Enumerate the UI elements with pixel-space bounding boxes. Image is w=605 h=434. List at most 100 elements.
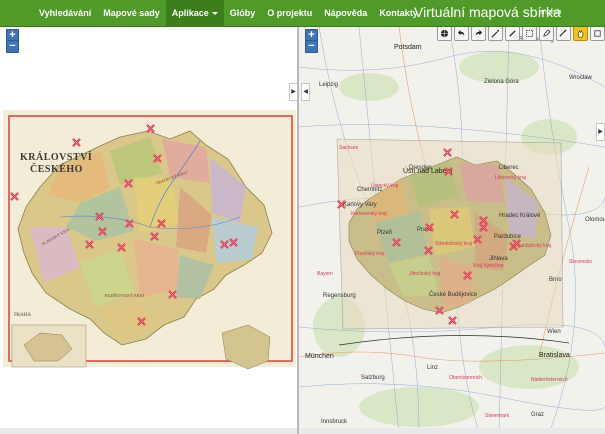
old-map-marker[interactable] bbox=[72, 138, 81, 147]
region-label: Ústecký kraj bbox=[371, 183, 399, 189]
left-collapse-tab[interactable]: ▶ bbox=[289, 83, 297, 101]
rotate-tool-button[interactable] bbox=[590, 27, 605, 41]
nav-contacts-label: Kontakty bbox=[379, 8, 418, 18]
city-label: Leipzig bbox=[319, 82, 339, 88]
reference-map-marker[interactable] bbox=[450, 210, 459, 219]
city-label: České Budějovice bbox=[429, 292, 478, 298]
old-map-marker[interactable] bbox=[10, 192, 19, 201]
right-zoom-out-button[interactable]: − bbox=[305, 40, 318, 53]
city-label: Karlovy Vary bbox=[343, 202, 377, 208]
nav-help[interactable]: Nápověda bbox=[318, 0, 373, 26]
language-link[interactable]: english bbox=[539, 9, 561, 16]
nav-globes[interactable]: Glóby bbox=[224, 0, 262, 26]
city-label: Wien bbox=[547, 329, 561, 335]
nav-search-label: Vyhledávání bbox=[39, 8, 92, 18]
right-edge-collapse-tab[interactable]: ▶ bbox=[596, 123, 605, 141]
nav-about-label: O projektu bbox=[267, 8, 313, 18]
city-label: Bratislava bbox=[539, 352, 570, 359]
region-label: Karlovarský kraj bbox=[351, 211, 387, 217]
old-map-marker[interactable] bbox=[168, 290, 177, 299]
city-label: Jihlava bbox=[489, 256, 508, 262]
old-map-marker[interactable] bbox=[157, 219, 166, 228]
reference-map-pane[interactable]: PotsdamBrandenburgZielona GóraLeipzigDre… bbox=[299, 27, 605, 434]
reference-map-marker[interactable] bbox=[463, 271, 472, 280]
old-map-marker[interactable] bbox=[117, 243, 126, 252]
reference-map-marker[interactable] bbox=[392, 238, 401, 247]
old-map-pane[interactable]: KRÁLOVSTVÍ ČESKÉHO PRAHA HRADECKÝ KRAJ P… bbox=[0, 27, 297, 434]
reference-map-marker[interactable] bbox=[473, 235, 482, 244]
horizontal-scrollbar[interactable] bbox=[0, 428, 297, 434]
old-map-region-3: BUDĚJOVICKÝ KRAJ bbox=[105, 293, 145, 298]
old-map-marker[interactable] bbox=[146, 124, 155, 133]
city-label: Linz bbox=[427, 365, 439, 371]
nav-about[interactable]: O projektu bbox=[261, 0, 318, 26]
region-label: Sachsen bbox=[339, 145, 359, 151]
old-map-marker[interactable] bbox=[98, 227, 107, 236]
city-label: Brno bbox=[549, 277, 562, 283]
region-label: Středočeský kraj bbox=[435, 241, 472, 247]
pencil-tool-button[interactable] bbox=[505, 27, 520, 41]
nav-map-sets[interactable]: Mapové sady bbox=[97, 0, 166, 26]
region-label: Steiermark bbox=[485, 413, 510, 419]
city-label: Potsdam bbox=[394, 44, 422, 51]
reference-map-marker[interactable] bbox=[443, 148, 452, 157]
magic-tool-button[interactable] bbox=[488, 27, 503, 41]
city-label: Salzburg bbox=[361, 375, 385, 381]
globe-tool-button[interactable] bbox=[437, 27, 452, 41]
nav-applications[interactable]: Aplikace bbox=[165, 0, 224, 26]
region-label: Plzeňský kraj bbox=[355, 251, 385, 257]
reference-map-marker[interactable] bbox=[444, 167, 453, 176]
reference-map-marker[interactable] bbox=[435, 306, 444, 315]
reference-map-marker[interactable] bbox=[448, 316, 457, 325]
nav-globes-label: Glóby bbox=[229, 8, 256, 18]
city-label: Zielona Góra bbox=[484, 79, 519, 85]
old-map-canvas[interactable] bbox=[0, 27, 297, 434]
old-map-marker[interactable] bbox=[153, 154, 162, 163]
undo-tool-button[interactable] bbox=[454, 27, 469, 41]
old-map-inset-label: PRAHA bbox=[14, 313, 31, 318]
measure-icon bbox=[525, 29, 534, 38]
reference-horizontal-scrollbar[interactable] bbox=[299, 428, 605, 434]
reference-map-marker[interactable] bbox=[479, 223, 488, 232]
app-root: Vyhledávání Mapové sady Aplikace Glóby O… bbox=[0, 0, 605, 434]
edit-icon bbox=[543, 29, 551, 37]
old-map-marker[interactable] bbox=[229, 238, 238, 247]
ruler-tool-button[interactable] bbox=[556, 27, 571, 41]
region-label: Oberösterreich bbox=[449, 375, 483, 381]
chevron-down-icon bbox=[211, 12, 218, 16]
map-toolbar bbox=[436, 27, 605, 41]
old-map-marker[interactable] bbox=[150, 232, 159, 241]
city-label: Regensburg bbox=[323, 293, 356, 299]
reference-map-marker[interactable] bbox=[337, 200, 346, 209]
reference-map-marker[interactable] bbox=[424, 246, 433, 255]
nav-applications-label: Aplikace bbox=[171, 8, 209, 18]
city-label: Innsbruck bbox=[321, 419, 348, 425]
reference-map-canvas[interactable] bbox=[299, 27, 605, 434]
redo-tool-button[interactable] bbox=[471, 27, 486, 41]
old-map-marker[interactable] bbox=[220, 240, 229, 249]
region-label: Pardubický kraj bbox=[517, 243, 552, 249]
undo-icon bbox=[457, 29, 465, 36]
nav-help-label: Nápověda bbox=[324, 8, 368, 18]
right-collapse-tab[interactable]: ◀ bbox=[301, 83, 310, 101]
reference-map-marker[interactable] bbox=[512, 239, 521, 248]
old-map-marker[interactable] bbox=[85, 240, 94, 249]
region-label: Kraj Vysočina bbox=[473, 263, 504, 269]
reference-map-marker[interactable] bbox=[425, 223, 434, 232]
measure-tool-button[interactable] bbox=[522, 27, 537, 41]
city-label: Graz bbox=[531, 412, 545, 418]
nav-map-sets-label: Mapové sady bbox=[103, 8, 160, 18]
old-map-marker[interactable] bbox=[137, 317, 146, 326]
city-label: München bbox=[305, 353, 334, 360]
edit-tool-button[interactable] bbox=[539, 27, 554, 41]
city-label: Hradec Králové bbox=[499, 213, 541, 219]
pan-tool-button[interactable] bbox=[573, 27, 588, 41]
old-map-marker[interactable] bbox=[125, 219, 134, 228]
region-label: Niederösterreich bbox=[531, 377, 568, 383]
redo-icon bbox=[475, 29, 483, 36]
left-zoom-out-button[interactable]: − bbox=[6, 40, 19, 53]
top-navbar: Vyhledávání Mapové sady Aplikace Glóby O… bbox=[0, 0, 605, 27]
nav-search[interactable]: Vyhledávání bbox=[33, 0, 97, 26]
old-map-marker[interactable] bbox=[95, 212, 104, 221]
old-map-marker[interactable] bbox=[124, 179, 133, 188]
